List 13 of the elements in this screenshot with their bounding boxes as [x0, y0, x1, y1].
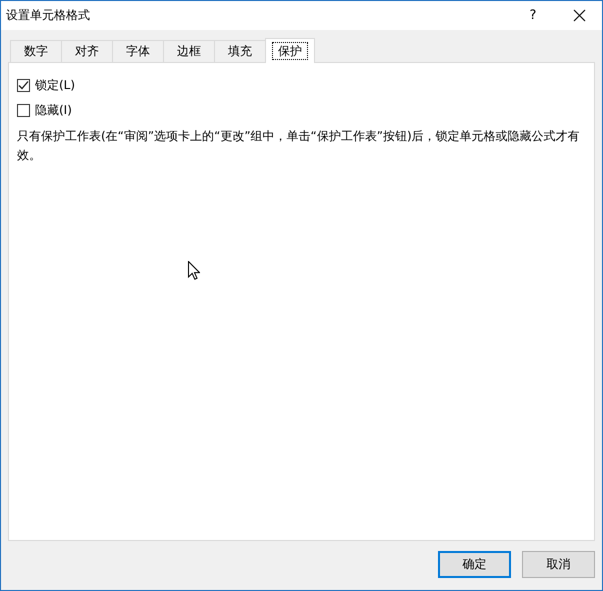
tab[interactable]: 数字 [10, 40, 62, 62]
close-icon [572, 9, 586, 22]
note-text: 只有保护工作表(在“审阅”选项卡上的“更改”组中，单击“保护工作表”按钮)后，锁定单元格或隐藏公式才有效。 [17, 128, 581, 164]
checkbox[interactable] [17, 78, 30, 92]
help-button[interactable]: ? [510, 1, 556, 30]
checkbox-label: 隐藏(I) [35, 102, 72, 118]
cancel-button[interactable]: 取消 [522, 551, 595, 578]
tab[interactable]: 保护 [265, 38, 315, 63]
checkbox-label: 锁定(L) [35, 76, 76, 94]
ok-button[interactable]: 确定 [438, 551, 511, 578]
checkbox[interactable] [17, 104, 30, 116]
window-title: 设置单元格格式 [6, 7, 91, 24]
mouse-cursor-icon [188, 261, 200, 280]
